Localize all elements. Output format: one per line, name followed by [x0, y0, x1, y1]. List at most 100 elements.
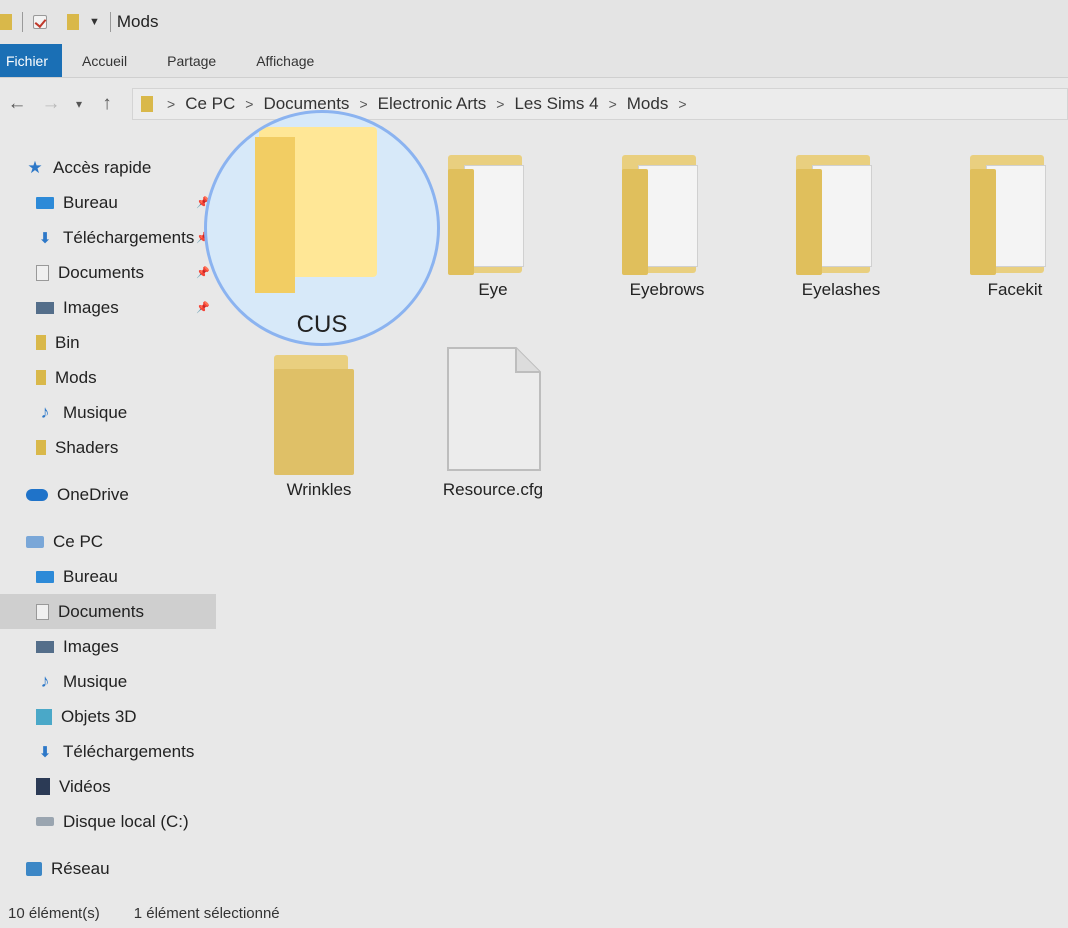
sidebar-item-label: Images — [63, 636, 119, 656]
folder-icon — [141, 96, 153, 112]
new-folder-icon[interactable] — [67, 14, 79, 30]
tab-partage[interactable]: Partage — [147, 44, 236, 77]
forward-arrow-icon[interactable]: → — [34, 93, 68, 115]
sidebar-item-shaders[interactable]: Shaders — [0, 430, 216, 465]
sidebar-item-documents[interactable]: Documents 📌 — [0, 255, 216, 290]
sidebar-item-label: Accès rapide — [53, 157, 152, 177]
folder-icon — [36, 440, 46, 455]
chevron-right-icon[interactable]: > — [496, 96, 504, 112]
back-arrow-icon[interactable]: ← — [0, 93, 34, 115]
network-icon — [26, 861, 42, 876]
folder-icon — [36, 335, 46, 350]
sidebar-item-bin[interactable]: Bin — [0, 325, 216, 360]
selection-count: 1 élément sélectionné — [133, 904, 280, 922]
tab-accueil[interactable]: Accueil — [62, 44, 147, 77]
breadcrumb[interactable]: > Ce PC > Documents > Electronic Arts > … — [132, 88, 1068, 120]
breadcrumb-mods[interactable]: Mods — [627, 94, 669, 114]
sidebar-item-pc-disque-local[interactable]: Disque local (C:) — [0, 804, 216, 839]
sidebar-item-label: Bureau — [63, 192, 118, 212]
sidebar-item-acces-rapide[interactable]: ★ Accès rapide — [0, 150, 216, 185]
status-bar: 10 élément(s) 1 élément sélectionné — [0, 898, 1068, 928]
document-icon — [36, 264, 49, 281]
ribbon-tabs: Fichier Accueil Partage Affichage — [0, 44, 1068, 78]
sidebar-item-label: Documents — [58, 262, 144, 282]
chevron-right-icon[interactable]: > — [609, 96, 617, 112]
sidebar-item-mods[interactable]: Mods — [0, 360, 216, 395]
music-note-icon: ♪ — [40, 671, 50, 691]
navigation-pane: ★ Accès rapide Bureau 📌 ⬇ Téléchargement… — [0, 150, 216, 890]
sidebar-item-label: OneDrive — [57, 484, 129, 504]
sidebar-item-label: Musique — [63, 671, 128, 691]
pin-icon: 📌 — [196, 267, 210, 279]
download-icon: ⬇ — [38, 743, 52, 761]
sidebar-item-label: Disque local (C:) — [63, 811, 189, 831]
document-file-icon — [447, 347, 541, 471]
tab-affichage[interactable]: Affichage — [236, 44, 334, 77]
sidebar-item-pc-videos[interactable]: Vidéos — [0, 769, 216, 804]
sidebar-item-label: Ce PC — [53, 531, 104, 551]
sidebar-item-pc-documents[interactable]: Documents — [0, 594, 216, 629]
sidebar-item-label: Bin — [55, 332, 80, 352]
chevron-right-icon[interactable]: > — [359, 96, 367, 112]
up-arrow-icon[interactable]: ↑ — [90, 93, 124, 115]
properties-icon[interactable] — [33, 15, 47, 29]
chevron-right-icon[interactable]: > — [678, 96, 686, 112]
sidebar-item-musique[interactable]: ♪ Musique — [0, 395, 216, 430]
music-note-icon: ♪ — [40, 402, 50, 422]
quick-access-toolbar: ▼ — [0, 12, 111, 32]
cloud-icon — [26, 488, 48, 501]
sidebar-item-label: Shaders — [55, 437, 119, 457]
selected-folder-label-cus[interactable]: CUS — [207, 311, 437, 339]
sidebar-item-telechargements[interactable]: ⬇ Téléchargements 📌 — [0, 220, 216, 255]
item-count: 10 élément(s) — [8, 904, 100, 922]
folder-icon — [622, 155, 714, 275]
image-icon — [36, 640, 54, 653]
breadcrumb-ce-pc[interactable]: Ce PC — [185, 94, 235, 114]
document-icon — [36, 603, 49, 620]
sidebar-item-pc-objets-3d[interactable]: Objets 3D — [0, 699, 216, 734]
folder-icon — [970, 155, 1062, 275]
sidebar-item-label: Objets 3D — [61, 706, 137, 726]
item-label: Eye — [478, 280, 508, 299]
divider — [109, 12, 111, 32]
recent-locations-chevron-icon[interactable]: ▾ — [68, 97, 90, 111]
customize-toolbar-chevron-icon[interactable]: ▼ — [89, 16, 100, 28]
sidebar-item-ce-pc[interactable]: Ce PC — [0, 524, 216, 559]
sidebar-item-label: Téléchargements — [63, 741, 195, 761]
sidebar-item-pc-images[interactable]: Images — [0, 629, 216, 664]
sidebar-item-images[interactable]: Images 📌 — [0, 290, 216, 325]
item-label: Eyebrows — [629, 280, 705, 299]
sidebar-item-onedrive[interactable]: OneDrive — [0, 477, 216, 512]
cube-3d-icon — [36, 708, 52, 725]
breadcrumb-electronic-arts[interactable]: Electronic Arts — [378, 94, 487, 114]
magnifier-zoom-highlight: CUS — [204, 110, 440, 346]
sidebar-item-label: Téléchargements — [63, 227, 195, 247]
sidebar-item-label: Mods — [55, 367, 97, 387]
folder-icon — [0, 14, 12, 30]
divider — [22, 12, 23, 32]
download-icon: ⬇ — [38, 229, 52, 247]
folder-icon — [448, 155, 540, 275]
sidebar-item-label: Images — [63, 297, 119, 317]
sidebar-item-label: Musique — [63, 402, 128, 422]
sidebar-item-label: Documents — [58, 601, 144, 621]
sidebar-item-label: Bureau — [63, 566, 118, 586]
chevron-right-icon[interactable]: > — [245, 96, 253, 112]
window-title: Mods — [116, 12, 159, 31]
item-label: Wrinkles — [286, 480, 352, 499]
folder-icon — [796, 155, 888, 275]
sidebar-item-reseau[interactable]: Réseau — [0, 851, 216, 886]
folder-icon — [36, 370, 46, 385]
tab-fichier[interactable]: Fichier — [0, 44, 63, 77]
folder-icon — [274, 355, 366, 475]
item-label: Facekit — [987, 280, 1043, 299]
sidebar-item-bureau[interactable]: Bureau 📌 — [0, 185, 216, 220]
sidebar-item-label: Vidéos — [59, 776, 111, 796]
desktop-icon — [36, 570, 54, 583]
chevron-right-icon[interactable]: > — [167, 96, 175, 112]
sidebar-item-pc-bureau[interactable]: Bureau — [0, 559, 216, 594]
sidebar-item-pc-telechargements[interactable]: ⬇ Téléchargements — [0, 734, 216, 769]
drive-icon — [36, 817, 54, 826]
sidebar-item-pc-musique[interactable]: ♪ Musique — [0, 664, 216, 699]
breadcrumb-les-sims-4[interactable]: Les Sims 4 — [514, 94, 598, 114]
